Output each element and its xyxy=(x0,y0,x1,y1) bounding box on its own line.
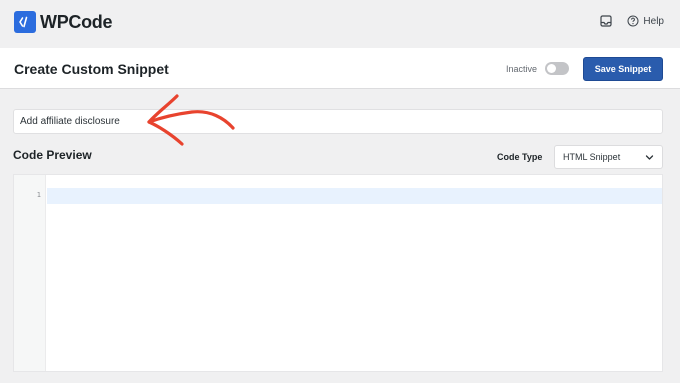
code-type-value: HTML Snippet xyxy=(563,152,621,162)
help-label: Help xyxy=(643,15,664,27)
help-link[interactable]: Help xyxy=(627,15,664,27)
page-header: Create Custom Snippet Inactive xyxy=(0,48,680,89)
page-title: Create Custom Snippet xyxy=(14,61,169,77)
chevron-down-icon xyxy=(645,153,654,162)
snippet-title-input[interactable] xyxy=(13,109,663,134)
code-slash-icon xyxy=(14,11,36,33)
code-type-select[interactable]: HTML Snippet xyxy=(554,145,663,169)
active-toggle[interactable] xyxy=(545,62,569,75)
logo-text: WPCode xyxy=(40,11,113,32)
wpcode-logo[interactable]: WPCode xyxy=(14,11,113,33)
code-preview-label: Code Preview xyxy=(13,148,92,162)
code-type-label: Code Type xyxy=(497,152,543,162)
toggle-knob xyxy=(547,64,556,73)
help-circle-icon xyxy=(627,15,639,27)
line-number-gutter: 1 xyxy=(14,175,46,371)
line-number: 1 xyxy=(36,191,41,199)
top-bar: WPCode Help xyxy=(0,0,680,48)
save-snippet-button[interactable]: Save Snippet xyxy=(583,57,663,81)
top-right-actions: Help xyxy=(599,14,664,28)
inbox-icon[interactable] xyxy=(599,14,613,28)
code-editor[interactable]: 1 xyxy=(13,174,663,372)
status-label: Inactive xyxy=(506,64,538,74)
active-line-highlight xyxy=(47,188,662,204)
